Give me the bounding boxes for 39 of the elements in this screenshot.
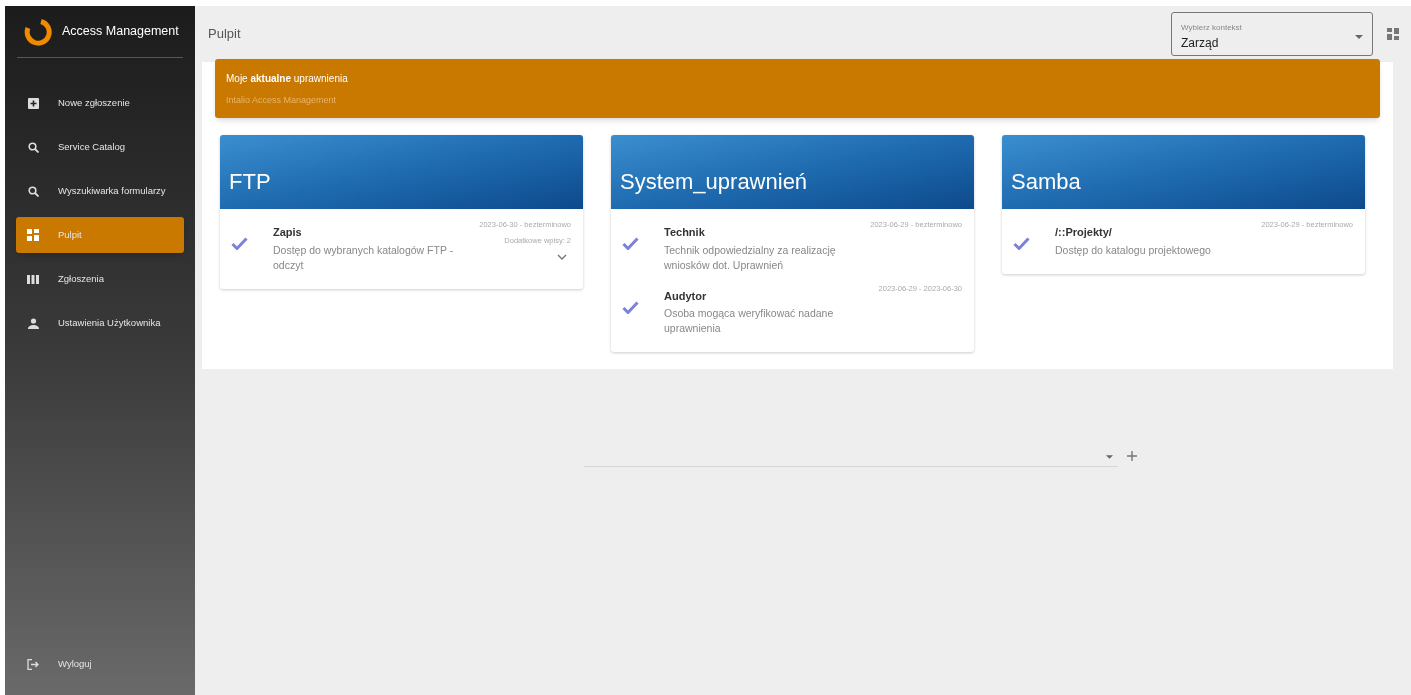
plus-icon (27, 97, 39, 109)
card-title: FTP (229, 171, 271, 193)
entry-name: Zapis (273, 225, 303, 240)
nav-item[interactable]: Ustawienia Użytkownika (16, 305, 184, 341)
entry-name: /::Projekty/ (1055, 225, 1113, 240)
search-icon (27, 185, 39, 197)
widget-title: Moje aktualne uprawnienia (226, 72, 349, 86)
check-icon (1013, 237, 1030, 250)
page-title: Pulpit (208, 25, 241, 44)
nav-item[interactable]: Service Catalog (16, 129, 184, 165)
widget-subtitle: Intalio Access Management (226, 94, 338, 107)
logout-icon (27, 658, 39, 670)
app-title: Access Management (62, 23, 179, 41)
columns-icon (27, 274, 39, 284)
nav-item[interactable]: Nowe zgłoszenie (16, 85, 184, 121)
expand-chevron-icon[interactable] (557, 253, 567, 260)
dashboard-icon (27, 229, 39, 241)
entry-description: Dostęp do katalogu projektowego (1055, 242, 1212, 258)
add-icon[interactable] (1127, 451, 1137, 461)
entry-description: Dostęp do wybranych katalogów FTP - odczyt (273, 242, 455, 273)
entry-description: Osoba mogąca weryfikować nadane uprawnienia (664, 306, 835, 336)
check-icon (622, 237, 639, 250)
logout-link[interactable]: Wyloguj (16, 646, 184, 682)
dropdown-caret-icon (1106, 454, 1113, 459)
nav-item[interactable]: Wyszukiwarka formularzy (16, 173, 184, 209)
card-title: Samba (1011, 171, 1081, 193)
check-icon (231, 237, 248, 250)
entry-name: Audytor (664, 288, 708, 304)
search-icon (27, 141, 39, 153)
card-title: System_uprawnień (620, 171, 808, 193)
entry-name: Technik (664, 225, 706, 240)
dropdown-caret-icon (1355, 34, 1363, 39)
check-icon (622, 300, 639, 314)
logo-icon (22, 16, 52, 47)
context-select[interactable]: Wybierz kontekst Zarząd (1171, 12, 1373, 56)
person-icon (27, 317, 39, 329)
nav-item[interactable]: Zgłoszenia (16, 261, 184, 297)
entry-description: Technik odpowiedzialny za realizację wniosków dot. Uprawnień (664, 242, 837, 273)
dashboard-icon[interactable] (1387, 28, 1399, 40)
